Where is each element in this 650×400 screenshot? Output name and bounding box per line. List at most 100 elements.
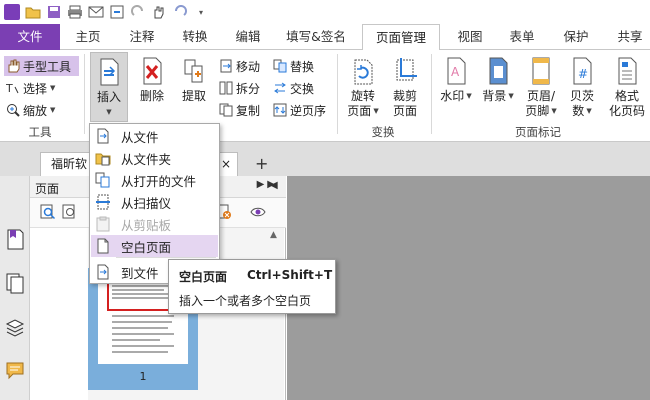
text-select-icon: T — [5, 81, 20, 95]
replace-label: 替换 — [290, 59, 315, 74]
watermark-label-row: 水印 ▼ — [440, 89, 471, 104]
watermark-button[interactable]: A 水印 ▼ — [437, 56, 475, 104]
tools-group-label: 工具 — [28, 125, 52, 139]
copy-label: 复制 — [236, 103, 261, 118]
page-number-label: 1 — [139, 370, 147, 383]
move-label: 移动 — [236, 59, 261, 74]
insert-button[interactable]: 插入 ▼ — [90, 52, 128, 122]
header-footer-label-row: 页脚 ▼ — [525, 104, 556, 119]
select-tool-label: 选择 — [23, 81, 48, 96]
extract-button[interactable]: 提取 — [176, 56, 212, 104]
chevron-down-icon: ▼ — [106, 108, 112, 116]
reverse-order-label: 逆页序 — [290, 103, 327, 118]
redo-disabled-icon — [130, 4, 146, 20]
background-button[interactable]: 背景 ▼ — [479, 56, 517, 104]
crop-pages-button[interactable]: 裁剪 页面 — [386, 56, 424, 119]
group-divider — [337, 54, 338, 134]
page-properties-icon[interactable] — [250, 204, 266, 220]
open-folder-icon[interactable] — [25, 4, 41, 20]
tab-share[interactable]: 共享 — [610, 24, 650, 50]
background-label: 背景 — [482, 89, 507, 103]
hand-icon — [6, 59, 20, 73]
file-icon — [95, 128, 111, 144]
zoom-out-thumbnail-icon[interactable] — [62, 204, 78, 220]
scroll-up-icon[interactable]: ▲ — [270, 230, 277, 240]
menu-item-from-folder[interactable]: 从文件夹 — [91, 147, 218, 169]
zoom-tool-label: 缩放 — [23, 103, 48, 118]
delete-button[interactable]: 删除 — [134, 56, 170, 104]
tab-fill-sign[interactable]: 填写&签名 — [283, 24, 349, 50]
page-thumbnails-icon[interactable] — [5, 272, 25, 294]
group-divider — [84, 54, 85, 134]
document-viewport[interactable] — [287, 176, 650, 400]
swap-button[interactable]: 交换 — [273, 78, 314, 98]
print-icon[interactable] — [67, 4, 83, 20]
header-footer-icon — [528, 56, 554, 86]
format-page-numbers-button[interactable]: 格式 化页码 — [605, 56, 649, 119]
crop-label-2: 页面 — [392, 104, 417, 118]
menu-item-label: 从打开的文件 — [121, 173, 197, 189]
background-label-row: 背景 ▼ — [482, 89, 513, 104]
tab-protect[interactable]: 保护 — [556, 24, 596, 50]
hand-tool-button[interactable]: 手型工具 — [6, 56, 71, 76]
tab-convert[interactable]: 转换 — [175, 24, 215, 50]
convert-icon[interactable] — [109, 4, 125, 20]
replace-button[interactable]: 替换 — [273, 56, 314, 76]
menu-item-from-file[interactable]: 从文件 — [91, 125, 218, 147]
split-label: 拆分 — [236, 81, 261, 96]
scanner-icon — [95, 194, 111, 210]
tab-form[interactable]: 表单 — [502, 24, 542, 50]
swap-page-icon — [273, 81, 287, 95]
menu-item-blank-page[interactable]: 空白页面 — [91, 235, 218, 257]
chevron-down-icon: ▼ — [551, 107, 557, 115]
tab-file[interactable]: 文件 — [0, 24, 60, 50]
chevron-down-icon: ▼ — [50, 84, 56, 92]
email-icon[interactable] — [88, 4, 104, 20]
zoom-thumbnail-icon[interactable] — [40, 204, 56, 220]
customize-qat-icon[interactable]: ▾ — [193, 4, 209, 20]
tab-comment[interactable]: 注释 — [122, 24, 162, 50]
thumbnail-scrollbar[interactable]: ▲ — [266, 228, 284, 400]
group-divider — [431, 54, 432, 134]
split-page-icon — [219, 81, 233, 95]
bates-number-button[interactable]: # 贝茨 数 ▼ — [563, 56, 601, 119]
svg-text:#: # — [578, 67, 588, 81]
document-tab-title: 福昕软 — [51, 157, 88, 171]
extract-label: 提取 — [181, 89, 206, 103]
menu-item-from-open-file[interactable]: 从打开的文件 — [91, 169, 218, 191]
header-footer-button[interactable]: 页眉/ 页脚 ▼ — [521, 56, 561, 119]
insert-label: 插入 — [96, 90, 121, 104]
crop-page-icon — [392, 56, 418, 86]
reverse-order-icon — [273, 103, 287, 117]
collapse-panel-icon[interactable]: ◀ — [270, 180, 278, 191]
save-icon[interactable] — [46, 4, 62, 20]
layers-icon[interactable] — [5, 316, 25, 338]
split-button[interactable]: 拆分 — [219, 78, 260, 98]
tab-home[interactable]: 主页 — [68, 24, 108, 50]
select-tool-button[interactable]: T 选择 ▼ — [5, 78, 56, 98]
tab-view[interactable]: 视图 — [450, 24, 490, 50]
swap-label: 交换 — [290, 81, 315, 96]
comments-icon[interactable] — [5, 360, 25, 382]
reverse-order-button[interactable]: 逆页序 — [273, 100, 326, 120]
new-tab-button[interactable]: + — [255, 154, 268, 173]
quick-access-toolbar: ▾ — [0, 0, 650, 24]
menu-item-label: 到文件 — [121, 265, 159, 281]
copy-button[interactable]: 复制 — [219, 100, 260, 120]
close-tab-icon[interactable]: × — [221, 153, 231, 175]
tooltip-description: 插入一个或者多个空白页 — [179, 294, 312, 308]
pages-panel-title: 页面 — [35, 182, 60, 196]
move-button[interactable]: 移动 — [219, 56, 260, 76]
tab-page-management[interactable]: 页面管理 — [362, 24, 440, 51]
undo-icon[interactable] — [172, 4, 188, 20]
page-marks-group-label: 页面标记 — [515, 125, 561, 139]
zoom-tool-button[interactable]: 缩放 ▼ — [6, 100, 55, 120]
tab-edit[interactable]: 编辑 — [228, 24, 268, 50]
rotate-label-1: 旋转 — [350, 89, 375, 103]
bookmark-icon[interactable] — [5, 228, 25, 250]
svg-text:T: T — [6, 82, 13, 95]
hand-tool-dropdown-icon[interactable] — [151, 4, 167, 20]
copy-page-icon — [219, 103, 233, 117]
rotate-pages-button[interactable]: 旋转 页面 ▼ — [344, 56, 382, 119]
menu-item-from-scanner[interactable]: 从扫描仪 — [91, 191, 218, 213]
